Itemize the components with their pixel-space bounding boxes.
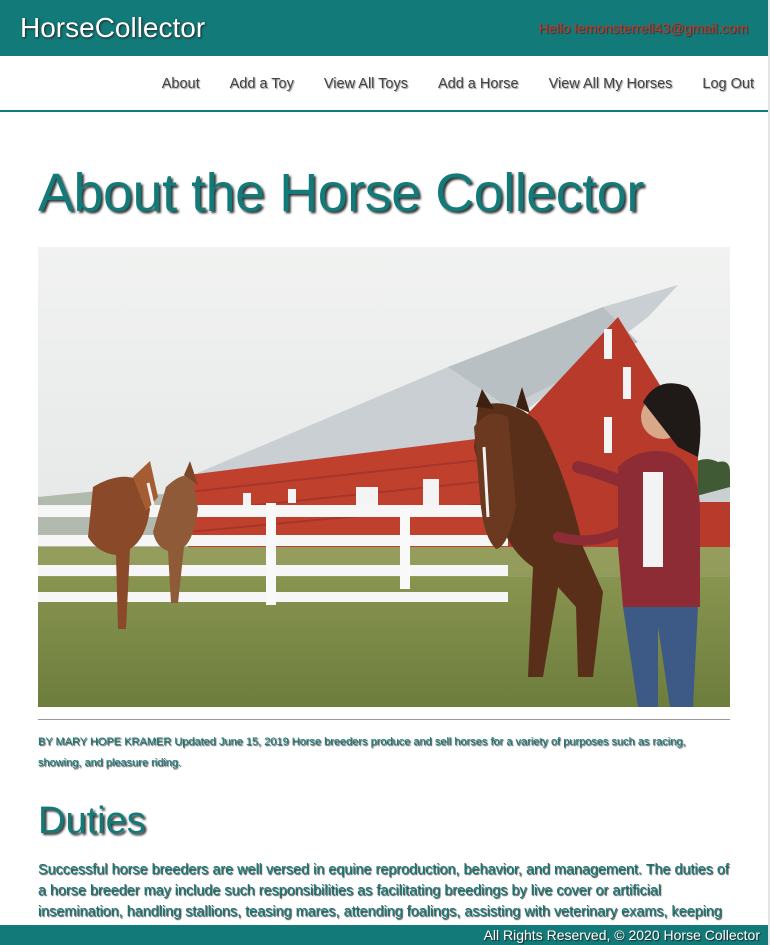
- nav-link-view-all-horses[interactable]: View All My Horses: [549, 76, 673, 92]
- duties-paragraph: Successful horse breeders are well verse…: [38, 862, 729, 920]
- article-byline: BY MARY HOPE KRAMER Updated June 15, 201…: [38, 736, 686, 769]
- main-navigation: About Add a Toy View All Toys Add a Hors…: [0, 56, 768, 112]
- page-footer: All Rights Reserved, © 2020 Horse Collec…: [0, 925, 768, 945]
- user-greeting: Hello lemonsterrell43@gmail.com: [538, 20, 748, 36]
- content-divider: [38, 719, 730, 720]
- main-content: About the Horse Collector BY MARY HOPE K…: [38, 112, 730, 920]
- hero-image-barn-and-horses: [38, 247, 730, 707]
- page-title: About the Horse Collector: [38, 163, 644, 223]
- footer-copyright: All Rights Reserved, © 2020 Horse Collec…: [483, 927, 760, 943]
- nav-link-view-all-toys[interactable]: View All Toys: [324, 76, 408, 92]
- nav-link-add-toy[interactable]: Add a Toy: [230, 76, 294, 92]
- brand-title[interactable]: HorseCollector: [20, 12, 205, 44]
- section-heading-duties: Duties: [38, 800, 146, 842]
- nav-link-about[interactable]: About: [162, 76, 200, 92]
- top-header-bar: HorseCollector Hello lemonsterrell43@gma…: [0, 0, 768, 56]
- nav-link-add-horse[interactable]: Add a Horse: [438, 76, 519, 92]
- nav-list: About Add a Toy View All Toys Add a Hors…: [162, 76, 754, 92]
- nav-link-log-out[interactable]: Log Out: [702, 76, 754, 92]
